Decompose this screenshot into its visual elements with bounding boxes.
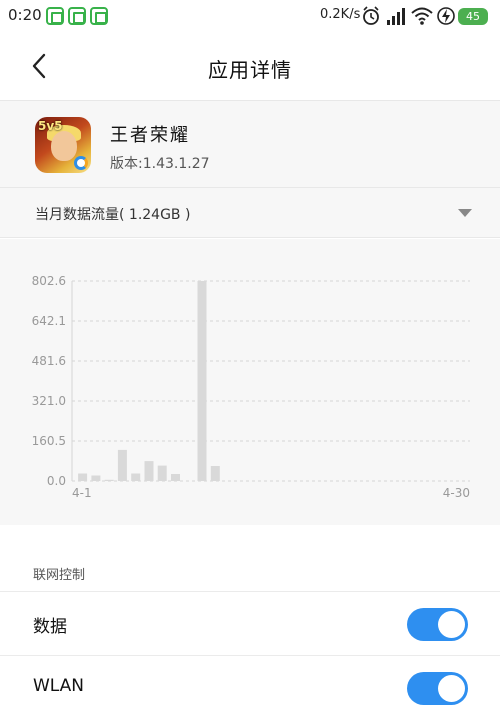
data-toggle[interactable] [407, 608, 468, 641]
caret-down-icon [458, 209, 472, 217]
y-tick-label: 481.6 [32, 354, 66, 368]
usage-bar-chart: 802.6 642.1 481.6 321.0 160.5 0.0 4-1 4-30 [32, 274, 470, 500]
bar-4-8 [171, 474, 180, 481]
section-label-network-control: 联网控制 [33, 568, 86, 583]
bar-4-3 [104, 479, 114, 481]
tencent-logo-icon [74, 156, 88, 170]
alarm-icon [363, 6, 379, 25]
app-name: 王者荣耀 [110, 125, 190, 146]
bar-4-1 [78, 473, 88, 481]
status-bar: 0:20 0.2K/s 45 [0, 0, 500, 32]
switch-row-data: 数据 [0, 591, 500, 655]
wifi-icon [411, 7, 433, 25]
bar-4-10 [197, 281, 207, 481]
monthly-usage-selector[interactable]: 当月数据流量( 1.24GB ) [0, 188, 500, 238]
app-info-row: 5v5 王者荣耀 版本:1.43.1.27 [0, 100, 500, 188]
signal-icon [387, 8, 405, 25]
status-time: 0:20 [8, 6, 42, 24]
switch-label-wlan: WLAN [33, 676, 85, 696]
app-notification-icon [46, 7, 64, 25]
app-icon: 5v5 [35, 117, 91, 173]
y-tick-label: 160.5 [32, 434, 66, 448]
bar-4-4 [117, 449, 127, 481]
bar-4-7 [157, 465, 167, 481]
usage-chart: 802.6 642.1 481.6 321.0 160.5 0.0 4-1 4-30 [0, 239, 500, 525]
y-tick-label: 321.0 [32, 394, 66, 408]
hero-face [51, 131, 77, 161]
title-bar: 应用详情 [0, 32, 500, 100]
charging-icon [437, 7, 455, 25]
page-title: 应用详情 [208, 58, 292, 82]
bar-4-6 [144, 461, 154, 481]
toggle-knob [438, 611, 465, 638]
x-end-label: 4-30 [443, 486, 470, 500]
app-notification-icon [68, 7, 86, 25]
y-tick-label: 802.6 [32, 274, 66, 288]
y-tick-label: 642.1 [32, 314, 66, 328]
x-start-label: 4-1 [72, 486, 92, 500]
app-notification-icon [90, 7, 108, 25]
bar-4-11 [210, 466, 220, 481]
switch-row-wlan: WLAN [0, 655, 500, 711]
app-version: 版本:1.43.1.27 [110, 156, 210, 172]
wlan-toggle[interactable] [407, 672, 468, 705]
y-tick-label: 0.0 [47, 474, 66, 488]
battery-indicator: 45 [458, 8, 488, 25]
bar-4-5 [131, 473, 141, 481]
switch-label-data: 数据 [33, 617, 67, 637]
monthly-usage-label: 当月数据流量( 1.24GB ) [35, 207, 191, 223]
bar-4-2 [91, 475, 101, 481]
app-icon-badge: 5v5 [38, 119, 63, 133]
toggle-knob [438, 675, 465, 702]
network-speed: 0.2K/s [320, 7, 361, 22]
